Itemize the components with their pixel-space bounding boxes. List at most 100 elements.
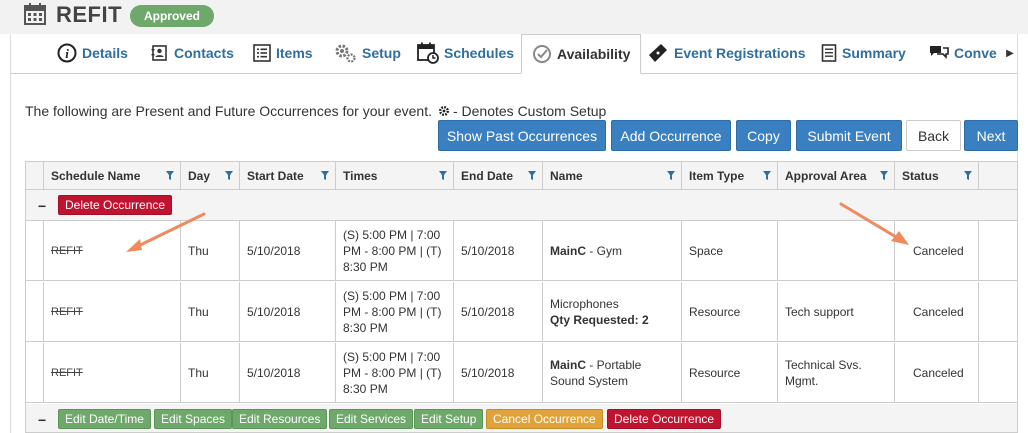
show-past-occurrences-button[interactable]: Show Past Occurrences — [438, 120, 606, 151]
info-suffix: - Denotes Custom Setup — [452, 103, 607, 119]
edit-date-time-button[interactable]: Edit Date/Time — [58, 409, 151, 429]
tab-label: Conve — [954, 45, 997, 61]
collapse-icon[interactable]: − — [38, 198, 46, 214]
filter-icon[interactable] — [439, 171, 447, 180]
calendar-icon — [24, 3, 46, 25]
tab-summary[interactable]: Summary — [821, 42, 906, 64]
table-row: REFIT Thu 5/10/2018 (S) 5:00 PM | 7:00 P… — [26, 282, 1017, 342]
times-cell: (S) 5:00 PM | 7:00 PM - 8:00 PM | (T) 8:… — [336, 221, 454, 281]
delete-occurrence-button[interactable]: Delete Occurrence — [607, 409, 722, 429]
column-header-end-date[interactable]: End Date — [454, 162, 543, 190]
contacts-icon — [151, 45, 167, 61]
column-header-times[interactable]: Times — [336, 162, 454, 190]
column-header-approval-area[interactable]: Approval Area — [778, 162, 895, 190]
occurrence-info: The following are Present and Future Occ… — [25, 103, 606, 119]
gear-icon — [438, 106, 449, 116]
row-spacer — [26, 221, 44, 281]
edit-resources-button[interactable]: Edit Resources — [232, 409, 328, 429]
tab-conversations[interactable]: Conve — [929, 42, 997, 64]
column-label: Times — [343, 169, 378, 183]
column-label: Day — [188, 169, 211, 183]
column-header-schedule-name[interactable]: Schedule Name — [44, 162, 181, 190]
document-icon — [821, 44, 837, 62]
event-title: REFIT — [56, 2, 123, 27]
tab-setup[interactable]: Setup — [333, 42, 401, 64]
submit-event-button[interactable]: Submit Event — [796, 120, 902, 151]
table-row: REFIT Thu 5/10/2018 (S) 5:00 PM | 7:00 P… — [26, 221, 1017, 281]
times-cell: (S) 5:00 PM | 7:00 PM - 8:00 PM | (T) 8:… — [336, 282, 454, 342]
filter-icon[interactable] — [964, 171, 972, 180]
delete-occurrence-button[interactable]: Delete Occurrence — [58, 195, 173, 215]
name-cell: MainC - Portable Sound System — [543, 343, 682, 403]
header-bar: REFIT Approved — [0, 0, 1028, 34]
schedule-name-cell: REFIT — [44, 343, 181, 403]
tab-contacts[interactable]: Contacts — [151, 42, 234, 64]
filter-icon[interactable] — [763, 171, 771, 180]
tab-label: Details — [82, 45, 128, 61]
name-cell: Microphones Qty Requested: 2 — [543, 282, 682, 342]
edit-setup-button[interactable]: Edit Setup — [414, 409, 484, 429]
edit-spaces-button[interactable]: Edit Spaces — [154, 409, 233, 429]
status-badge: Approved — [130, 5, 214, 27]
occurrences-grid: Schedule Name Day Start Date Times End D… — [25, 161, 1018, 433]
collapse-icon[interactable]: − — [38, 412, 46, 428]
filter-icon[interactable] — [166, 171, 174, 180]
filter-icon[interactable] — [667, 171, 675, 180]
row-spacer — [26, 282, 44, 342]
column-label: Approval Area — [785, 169, 867, 183]
tab-label: Setup — [362, 45, 401, 61]
name-line1: Microphones — [550, 297, 619, 311]
info-text: The following are Present and Future Occ… — [25, 103, 432, 119]
tab-label: Schedules — [444, 45, 515, 61]
calendar-clock-icon — [417, 42, 439, 64]
end-date-cell: 5/10/2018 — [454, 282, 543, 342]
column-header-day[interactable]: Day — [181, 162, 240, 190]
filter-icon[interactable] — [880, 171, 888, 180]
column-header-name[interactable]: Name — [543, 162, 682, 190]
chat-icon — [930, 46, 949, 59]
item-type-cell: Space — [682, 221, 778, 281]
ticket-icon — [649, 44, 667, 62]
check-circle-icon — [533, 45, 551, 63]
end-date-cell: 5/10/2018 — [454, 221, 543, 281]
column-header-start-date[interactable]: Start Date — [240, 162, 336, 190]
filter-icon[interactable] — [321, 171, 329, 180]
back-button[interactable]: Back — [906, 120, 961, 151]
tab-availability[interactable]: Availability — [521, 34, 642, 74]
availability-panel: The following are Present and Future Occ… — [10, 74, 1018, 433]
tab-label: Availability — [557, 46, 631, 62]
tab-items[interactable]: Items — [253, 42, 313, 64]
tab-label: Summary — [842, 45, 906, 61]
grid-header: Schedule Name Day Start Date Times End D… — [26, 162, 1017, 190]
cancel-occurrence-button[interactable]: Cancel Occurrence — [486, 409, 603, 429]
status-cell: Canceled — [895, 221, 979, 281]
day-cell: Thu — [181, 221, 240, 281]
filter-icon[interactable] — [225, 171, 233, 180]
next-button[interactable]: Next — [964, 120, 1018, 151]
tab-schedules[interactable]: Schedules — [417, 42, 514, 64]
end-date-cell: 5/10/2018 — [454, 343, 543, 403]
approval-area-cell: Technical Svs. Mgmt. — [778, 343, 895, 403]
schedule-name-cell: REFIT — [44, 282, 181, 342]
add-occurrence-button[interactable]: Add Occurrence — [611, 120, 731, 151]
schedule-name-cell: REFIT — [44, 221, 181, 281]
start-date-cell: 5/10/2018 — [240, 282, 336, 342]
filter-icon[interactable] — [528, 171, 536, 180]
tab-label: Event Registrations — [674, 45, 806, 61]
row-spacer — [26, 343, 44, 403]
svg-text:i: i — [65, 46, 69, 61]
tabs-scroll-right-icon[interactable]: ▶ — [1005, 48, 1015, 60]
tab-details[interactable]: i Details — [57, 42, 128, 64]
name-line2: Qty Requested: 2 — [550, 313, 649, 327]
occurrence-group-header: − Edit Date/Time Edit Spaces Edit Resour… — [26, 404, 1017, 432]
approval-area-cell: Tech support — [778, 282, 895, 342]
table-row: REFIT Thu 5/10/2018 (S) 5:00 PM | 7:00 P… — [26, 343, 1017, 403]
start-date-cell: 5/10/2018 — [240, 343, 336, 403]
day-cell: Thu — [181, 282, 240, 342]
edit-services-button[interactable]: Edit Services — [329, 409, 414, 429]
column-header-status[interactable]: Status — [895, 162, 979, 190]
tab-bar: i Details Contacts Items Setup Schedules… — [10, 34, 1018, 74]
copy-button[interactable]: Copy — [736, 120, 791, 151]
column-header-item-type[interactable]: Item Type — [682, 162, 778, 190]
tab-event-registrations[interactable]: Event Registrations — [647, 42, 805, 64]
